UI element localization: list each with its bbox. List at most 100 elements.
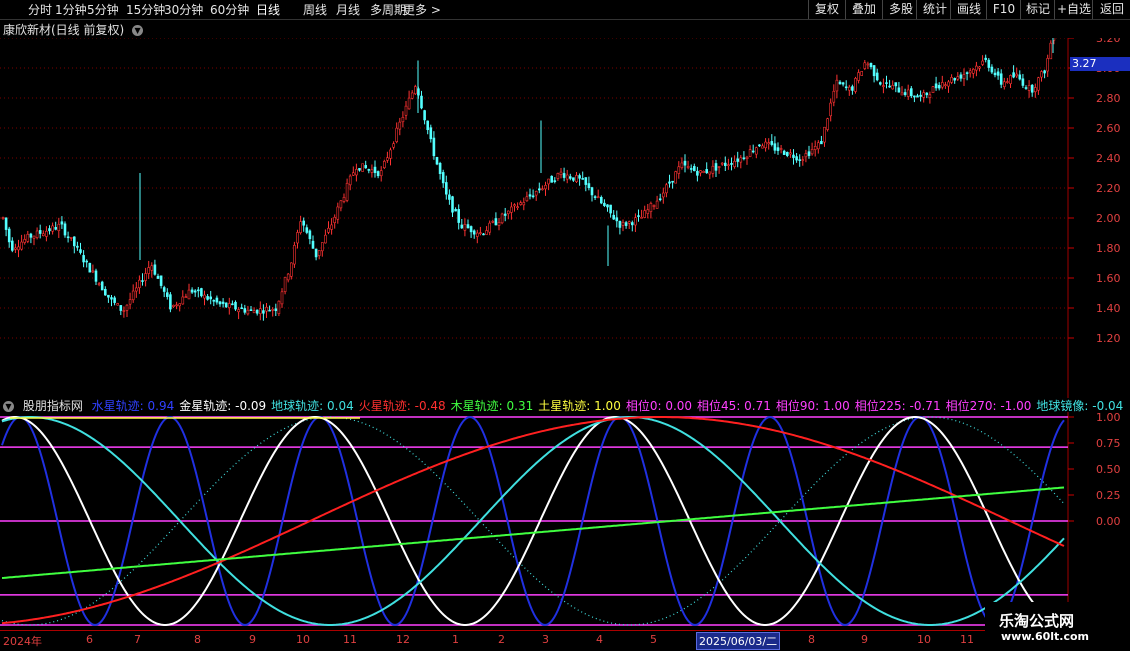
- period-tab-4[interactable]: 30分钟: [164, 2, 203, 18]
- candle: [792, 149, 795, 165]
- candle: [615, 210, 619, 228]
- candle: [742, 151, 746, 161]
- candle: [630, 220, 634, 232]
- toolbar-button-0[interactable]: 复权: [808, 0, 845, 19]
- candle: [88, 262, 92, 273]
- toolbar-button-4[interactable]: 画线: [950, 0, 987, 19]
- period-tab-3[interactable]: 15分钟: [126, 2, 165, 18]
- candle: [135, 282, 138, 298]
- candle: [627, 220, 631, 229]
- watermark: 乐淘公式网 www.60lt.com: [985, 602, 1130, 650]
- candle: [203, 290, 206, 306]
- candle: [829, 98, 833, 122]
- candle: [751, 144, 755, 154]
- candle: [221, 298, 225, 308]
- candlestick-chart[interactable]: 3.403.203.002.802.602.402.202.001.801.60…: [0, 38, 1130, 398]
- candle: [327, 221, 330, 235]
- candle: [466, 219, 470, 229]
- period-tab-0[interactable]: 分时: [28, 2, 52, 18]
- period-tab-8[interactable]: 月线: [336, 2, 360, 18]
- date-tick-label: 2: [498, 633, 505, 646]
- candle: [404, 100, 408, 120]
- toolbar-button-3[interactable]: 统计: [916, 0, 953, 19]
- candle: [677, 161, 681, 179]
- candle: [116, 302, 119, 306]
- period-tab-6[interactable]: 日线: [256, 2, 280, 18]
- candle: [807, 145, 811, 159]
- toolbar-button-7[interactable]: +自选: [1054, 0, 1093, 19]
- stock-title: 康欣新材(日线 前复权) ▼: [3, 21, 144, 38]
- chevron-down-icon[interactable]: ▼: [3, 401, 14, 412]
- indicator-name[interactable]: 股朋指标网: [23, 399, 83, 413]
- candle: [500, 212, 504, 225]
- candle: [854, 76, 857, 94]
- candle: [463, 218, 467, 237]
- candle: [392, 141, 395, 150]
- candle: [172, 304, 175, 308]
- chevron-down-icon[interactable]: ▼: [132, 25, 144, 36]
- candle: [48, 225, 51, 235]
- candle: [457, 204, 461, 230]
- candle: [119, 305, 123, 316]
- candle: [82, 250, 85, 268]
- candle: [197, 286, 200, 298]
- candle: [277, 300, 281, 317]
- period-tab-2[interactable]: 5分钟: [87, 2, 119, 18]
- toolbar-button-5[interactable]: F10: [986, 0, 1021, 19]
- candle: [1040, 70, 1043, 82]
- price-tick-label: 3.20: [1096, 38, 1121, 45]
- candle: [1024, 85, 1028, 90]
- candle: [200, 287, 203, 298]
- candle: [568, 173, 572, 181]
- candle: [435, 156, 439, 166]
- date-tick-label: 3: [542, 633, 549, 646]
- toolbar-button-1[interactable]: 叠加: [845, 0, 882, 19]
- candle: [674, 170, 678, 184]
- candle: [928, 91, 932, 104]
- toolbar-button-8[interactable]: 返回: [1092, 0, 1130, 19]
- candle: [308, 229, 312, 245]
- candle: [665, 182, 668, 198]
- candle: [45, 226, 48, 242]
- candle: [820, 135, 823, 145]
- candle: [801, 156, 805, 166]
- candle: [35, 227, 39, 240]
- candle: [947, 79, 950, 93]
- candle: [798, 154, 802, 167]
- candle: [779, 144, 783, 154]
- candle: [209, 290, 212, 305]
- candle: [386, 151, 389, 163]
- period-tab-10[interactable]: 更多 >: [403, 2, 441, 18]
- candle: [987, 58, 991, 72]
- candle: [1009, 74, 1012, 89]
- indicator-chart[interactable]: 1.00 0.75 0.50 0.25 0.00: [0, 412, 1130, 630]
- toolbar-button-6[interactable]: 标记: [1020, 0, 1055, 19]
- candle: [513, 203, 516, 212]
- candle: [522, 197, 526, 211]
- candle: [494, 212, 498, 226]
- candle: [407, 90, 411, 110]
- candle: [324, 229, 327, 244]
- candle: [804, 149, 808, 163]
- watermark-title: 乐淘公式网: [999, 612, 1075, 630]
- indicator-legend-6: 相位0: 0.00: [625, 399, 693, 413]
- candle: [730, 157, 733, 171]
- mars-line: [1, 416, 1065, 625]
- candle: [258, 301, 262, 321]
- candle: [596, 189, 600, 199]
- period-tab-9[interactable]: 多周期: [370, 2, 406, 18]
- date-tick-label: 10: [917, 633, 931, 646]
- period-tab-7[interactable]: 周线: [303, 2, 327, 18]
- period-tab-1[interactable]: 1分钟: [55, 2, 87, 18]
- candle: [342, 193, 346, 204]
- candle: [940, 75, 944, 90]
- date-tick-label: 9: [249, 633, 256, 646]
- candle: [1006, 77, 1009, 84]
- candle: [891, 80, 895, 90]
- price-tick-label: 2.00: [1096, 212, 1121, 225]
- candle: [398, 117, 402, 136]
- period-tab-5[interactable]: 60分钟: [210, 2, 249, 18]
- candle: [736, 151, 740, 168]
- toolbar-button-2[interactable]: 多股: [882, 0, 919, 19]
- candle: [643, 205, 647, 219]
